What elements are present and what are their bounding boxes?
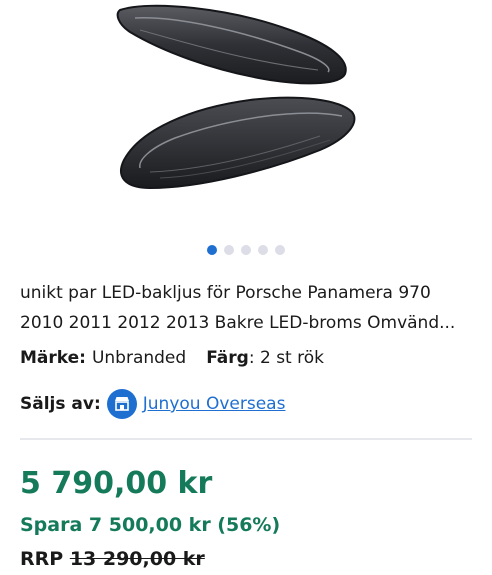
current-price: 5 790,00 kr <box>20 466 213 501</box>
product-image <box>116 4 356 190</box>
color-label: Färg <box>206 348 249 368</box>
seller-link[interactable]: Junyou Overseas <box>143 394 286 414</box>
gallery-dot-3[interactable] <box>241 245 251 255</box>
product-image-gallery[interactable] <box>0 0 492 240</box>
rrp-value: 13 290,00 kr <box>69 548 205 570</box>
seller-row: Säljs av: Junyou Overseas <box>20 388 285 420</box>
color-value: : 2 st rök <box>248 348 324 368</box>
gallery-pagination[interactable] <box>0 245 492 255</box>
product-specs: Märke: Unbranded Färg : 2 st rök <box>20 346 324 370</box>
divider <box>20 438 472 440</box>
savings-text: Spara 7 500,00 kr (56%) <box>20 514 281 536</box>
seller-label: Säljs av: <box>20 394 101 414</box>
brand-label: Märke: <box>20 348 86 368</box>
store-icon[interactable] <box>106 389 137 419</box>
gallery-dot-5[interactable] <box>275 245 285 255</box>
gallery-dot-2[interactable] <box>224 245 234 255</box>
product-title: unikt par LED-bakljus för Porsche Paname… <box>20 283 456 333</box>
brand-value: Unbranded <box>91 348 187 368</box>
gallery-dot-4[interactable] <box>258 245 268 255</box>
rrp-label: RRP <box>20 548 64 570</box>
rrp-row: RRP 13 290,00 kr <box>20 548 205 570</box>
gallery-dot-1[interactable] <box>207 245 217 255</box>
